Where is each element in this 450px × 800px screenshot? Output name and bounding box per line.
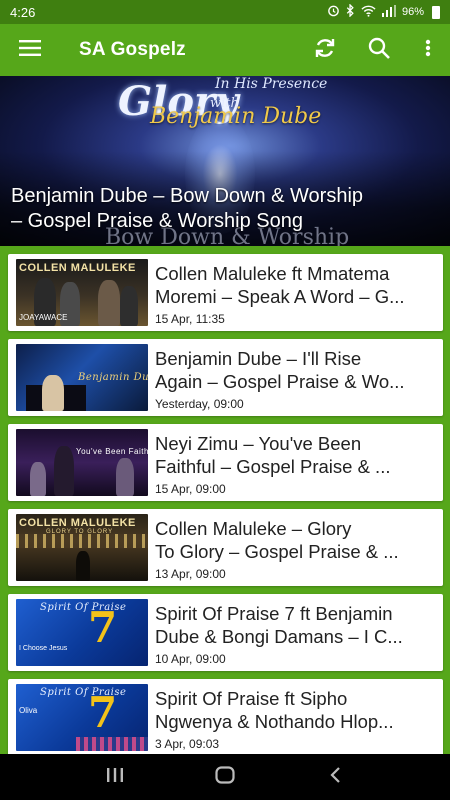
back-button[interactable] [315, 757, 355, 797]
post-list[interactable]: COLLEN MALULEKE JOAYAWACE Collen Malulek… [0, 246, 450, 754]
list-item[interactable]: Benjamin Dube Benjamin Dube – I'll Rise … [8, 339, 443, 416]
featured-title: Benjamin Dube – Bow Down & Worship – Gos… [11, 184, 441, 234]
list-item[interactable]: 7 Spirit Of Praise Oliva Spirit Of Prais… [8, 679, 443, 754]
post-thumbnail: COLLEN MALULEKE GLORY TO GLORY [16, 514, 148, 581]
app-title: SA Gospelz [79, 39, 186, 60]
battery-icon [432, 5, 440, 19]
post-date: 10 Apr, 09:00 [155, 652, 226, 666]
system-nav-bar [0, 754, 450, 800]
post-date: 13 Apr, 09:00 [155, 567, 226, 581]
post-title-line1: Collen Maluleke – Glory [155, 518, 352, 539]
wifi-icon [361, 5, 376, 20]
post-title-line2: Dube & Bongi Damans – I C... [155, 626, 403, 647]
menu-button[interactable] [0, 24, 60, 76]
post-title: Collen Maluleke ft Mmatema Moremi – Spea… [155, 262, 437, 308]
post-thumbnail: You've Been Faithful [16, 429, 148, 496]
status-time: 4:26 [10, 4, 36, 20]
thumb-text: You've Been Faithful [76, 447, 148, 456]
thumb-text: Benjamin Dube [78, 372, 148, 383]
more-options-button[interactable] [406, 24, 450, 76]
post-thumbnail: Benjamin Dube [16, 344, 148, 411]
post-date: 15 Apr, 11:35 [155, 312, 225, 326]
post-title-line1: Spirit Of Praise ft Sipho [155, 688, 348, 709]
thumb-subtext: JOAYAWACE [19, 313, 68, 322]
alarm-icon [327, 4, 340, 20]
post-title: Spirit Of Praise ft Sipho Ngwenya & Noth… [155, 687, 437, 733]
search-icon [367, 36, 391, 65]
post-title-line1: Spirit Of Praise 7 ft Benjamin [155, 603, 393, 624]
thumb-text: Spirit Of Praise [40, 687, 127, 698]
post-title: Neyi Zimu – You've Been Faithful – Gospe… [155, 432, 437, 478]
list-item[interactable]: COLLEN MALULEKE JOAYAWACE Collen Malulek… [8, 254, 443, 331]
recents-icon [106, 767, 124, 788]
post-title-line2: Again – Gospel Praise & Wo... [155, 371, 405, 392]
thumb-text: COLLEN MALULEKE [19, 262, 136, 274]
status-icons: 96% [327, 3, 440, 20]
home-icon [215, 765, 235, 789]
post-thumbnail: 7 Spirit Of Praise Oliva [16, 684, 148, 751]
signal-icon [381, 4, 396, 20]
post-date: 15 Apr, 09:00 [155, 482, 226, 496]
post-title-line2: Moremi – Speak A Word – G... [155, 286, 405, 307]
home-button[interactable] [205, 757, 245, 797]
featured-art-presence: In His Presence [215, 76, 328, 92]
search-button[interactable] [352, 24, 406, 76]
featured-title-line1: Benjamin Dube – Bow Down & Worship [11, 185, 364, 207]
featured-post[interactable]: Glory In His Presence with Benjamin Dube… [0, 76, 450, 246]
bluetooth-icon [346, 3, 355, 20]
status-bar: 4:26 96% [0, 0, 450, 24]
app-bar: SA Gospelz [0, 24, 450, 76]
refresh-icon [313, 36, 337, 65]
thumb-subtext: Oliva [19, 706, 38, 715]
more-vert-icon [425, 39, 431, 62]
post-thumbnail: COLLEN MALULEKE JOAYAWACE [16, 259, 148, 326]
featured-title-line2: – Gospel Praise & Worship Song [11, 210, 304, 232]
thumb-subtext: I Choose Jesus [19, 645, 68, 652]
thumb-text: COLLEN MALULEKE [19, 517, 136, 529]
menu-icon [19, 39, 41, 61]
thumb-subtext: GLORY TO GLORY [46, 529, 114, 535]
thumb-text: Spirit Of Praise [40, 602, 127, 613]
post-title: Benjamin Dube – I'll Rise Again – Gospel… [155, 347, 437, 393]
post-title-line1: Neyi Zimu – You've Been [155, 433, 362, 454]
post-title-line1: Collen Maluleke ft Mmatema [155, 263, 390, 284]
back-icon [329, 766, 341, 789]
recents-button[interactable] [95, 757, 135, 797]
post-title-line1: Benjamin Dube – I'll Rise [155, 348, 362, 369]
post-title-line2: Ngwenya & Nothando Hlop... [155, 711, 394, 732]
post-title-line2: Faithful – Gospel Praise & ... [155, 456, 391, 477]
post-date: Yesterday, 09:00 [155, 397, 244, 411]
list-item[interactable]: 7 Spirit Of Praise I Choose Jesus Spirit… [8, 594, 443, 671]
post-title: Spirit Of Praise 7 ft Benjamin Dube & Bo… [155, 602, 437, 648]
post-title-line2: To Glory – Gospel Praise & ... [155, 541, 399, 562]
battery-percent: 96% [401, 6, 424, 18]
list-item[interactable]: COLLEN MALULEKE GLORY TO GLORY Collen Ma… [8, 509, 443, 586]
featured-art-artist: Benjamin Dube [150, 104, 322, 129]
list-item[interactable]: You've Been Faithful Neyi Zimu – You've … [8, 424, 443, 501]
post-thumbnail: 7 Spirit Of Praise I Choose Jesus [16, 599, 148, 666]
refresh-button[interactable] [298, 24, 352, 76]
post-date: 3 Apr, 09:03 [155, 737, 220, 751]
post-title: Collen Maluleke – Glory To Glory – Gospe… [155, 517, 437, 563]
